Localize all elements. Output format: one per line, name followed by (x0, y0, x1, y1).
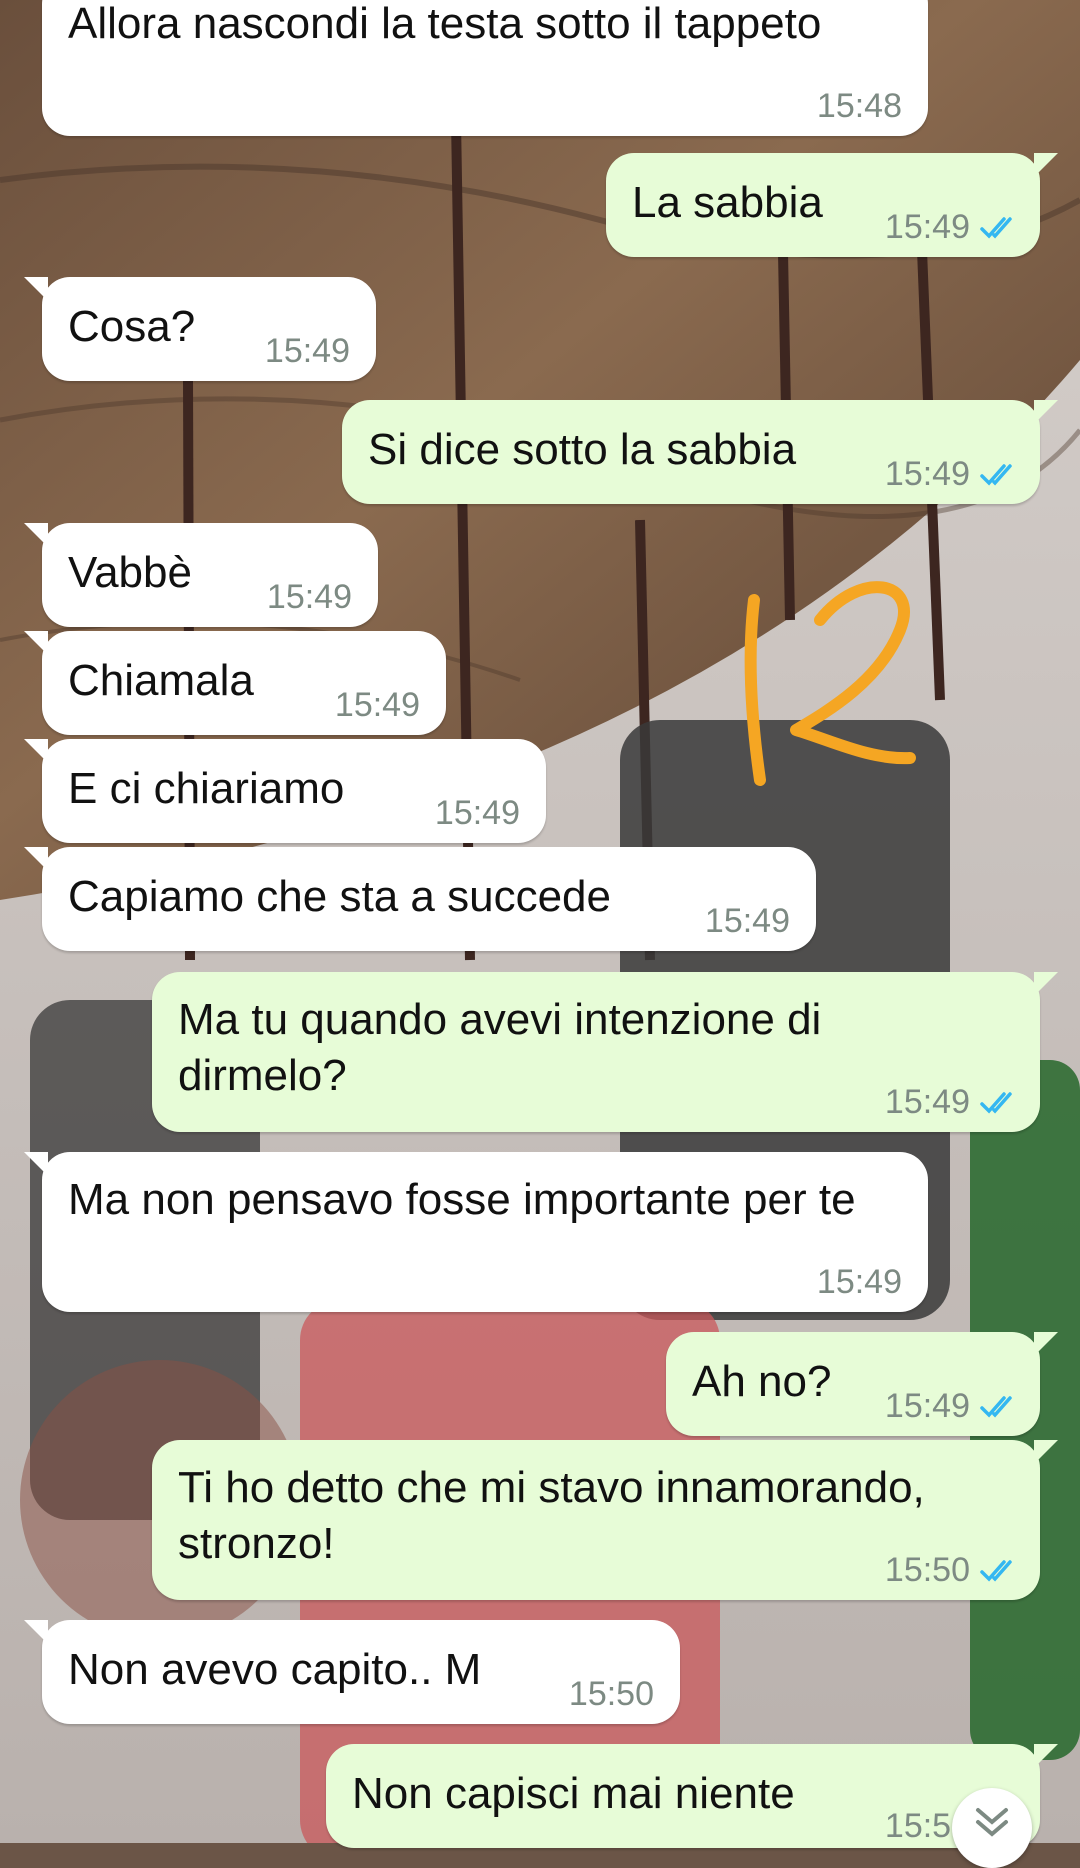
message-bubble[interactable]: Ma non pensavo fosse importante per te 1… (24, 1152, 928, 1312)
message-time: 15:49 (884, 455, 970, 493)
message-bubble[interactable]: Ti ho detto che mi stavo innamorando, st… (152, 1440, 1058, 1600)
message-bubble[interactable]: Capiamo che sta a succede 15:49 (24, 847, 816, 951)
message-meta: 15:49 (817, 1264, 902, 1300)
message-time: 15:49 (264, 332, 350, 370)
message-bubble[interactable]: Ma tu quando avevi intenzione di dirmelo… (152, 972, 1058, 1132)
message-time: 15:49 (334, 686, 420, 724)
message-text: Capiamo che sta a succede (68, 872, 611, 921)
message-meta: 15:49 (335, 687, 420, 723)
message-meta: 15:48 (817, 88, 902, 124)
message-meta: 15:49 (705, 903, 790, 939)
message-meta: 15:50 (885, 1552, 1020, 1588)
message-text: Ma non pensavo fosse importante per te (68, 1175, 856, 1224)
message-time: 15:49 (816, 1263, 902, 1301)
double-check-icon (980, 464, 1012, 486)
message-time: 15:49 (704, 902, 790, 940)
message-bubble[interactable]: Si dice sotto la sabbia 15:49 (342, 400, 1058, 504)
message-meta: 15:49 (435, 795, 520, 831)
message-time: 15:48 (816, 87, 902, 125)
message-bubble[interactable]: Ah no? 15:49 (666, 1332, 1058, 1436)
message-bubble[interactable]: Non avevo capito.. M 15:50 (24, 1620, 680, 1724)
message-text: Allora nascondi la testa sotto il tappet… (68, 0, 822, 48)
chevron-double-down-icon (976, 1808, 1008, 1837)
message-meta: 15:49 (885, 456, 1020, 492)
message-bubble[interactable]: Non capisci mai niente 15:51 (326, 1744, 1058, 1848)
double-check-icon (980, 217, 1012, 239)
message-text: Ma tu quando avevi intenzione di dirmelo… (178, 995, 834, 1100)
double-check-icon (980, 1560, 1012, 1582)
message-time: 15:50 (884, 1551, 970, 1589)
message-time: 15:49 (434, 794, 520, 832)
message-meta: 15:49 (267, 579, 352, 615)
message-list[interactable]: Allora nascondi la testa sotto il tappet… (0, 0, 1080, 1848)
message-meta: 15:49 (885, 1084, 1020, 1120)
message-bubble[interactable]: Chiamala 15:49 (24, 631, 446, 735)
message-text: Ti ho detto che mi stavo innamorando, st… (178, 1463, 938, 1568)
message-time: 15:49 (884, 1083, 970, 1121)
message-bubble[interactable]: La sabbia 15:49 (606, 153, 1058, 257)
message-meta: 15:49 (885, 1388, 1020, 1424)
message-time: 15:49 (266, 578, 352, 616)
message-time: 15:49 (884, 1387, 970, 1425)
message-text: Non avevo capito.. M (68, 1645, 482, 1694)
message-bubble[interactable]: Cosa? 15:49 (24, 277, 376, 381)
message-bubble[interactable]: E ci chiariamo 15:49 (24, 739, 546, 843)
message-meta: 15:49 (265, 333, 350, 369)
scroll-to-bottom-button[interactable] (952, 1788, 1032, 1868)
message-bubble[interactable]: Allora nascondi la testa sotto il tappet… (42, 0, 928, 136)
double-check-icon (980, 1396, 1012, 1418)
message-time: 15:50 (568, 1675, 654, 1713)
message-meta: 15:49 (885, 209, 1020, 245)
message-time: 15:49 (884, 208, 970, 246)
message-meta: 15:50 (569, 1676, 654, 1712)
message-bubble[interactable]: Vabbè 15:49 (24, 523, 378, 627)
double-check-icon (980, 1092, 1012, 1114)
